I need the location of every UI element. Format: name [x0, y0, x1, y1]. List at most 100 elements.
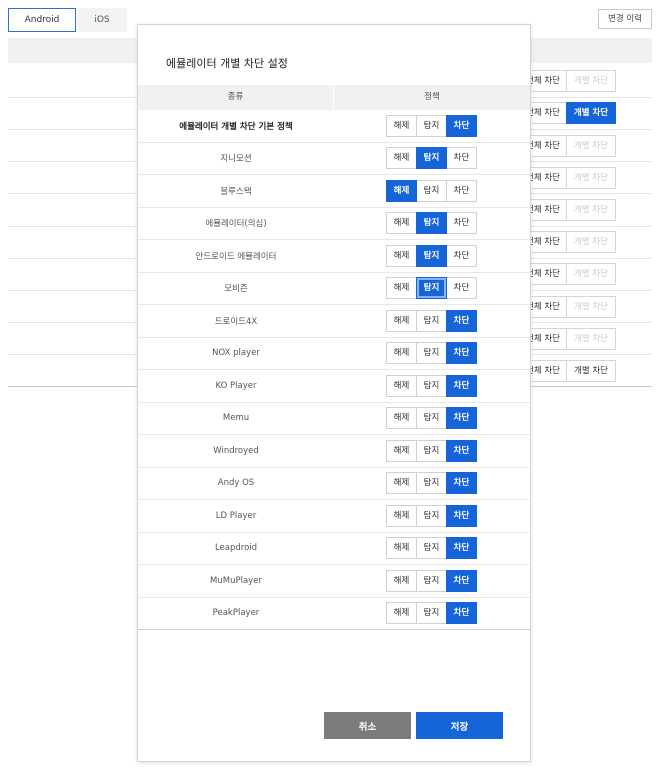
- block-individual-button[interactable]: 개별 차단: [566, 328, 616, 350]
- policy-block-button[interactable]: 차단: [446, 277, 477, 300]
- emulator-name: Windroyed: [213, 445, 259, 456]
- block-individual-button[interactable]: 개별 차단: [566, 102, 616, 124]
- policy-detect-button[interactable]: 탐지: [416, 504, 447, 527]
- emulator-name: NOX player: [212, 348, 260, 359]
- policy-off-button[interactable]: 해제: [386, 244, 417, 267]
- block-individual-button[interactable]: 개별 차단: [566, 296, 616, 318]
- policy-block-button[interactable]: 차단: [446, 537, 477, 560]
- policy-detect-button[interactable]: 탐지: [416, 212, 447, 235]
- emulator-name: 모비즌: [224, 284, 248, 295]
- policy-block-button[interactable]: 차단: [446, 472, 477, 495]
- policy-detect-button[interactable]: 탐지: [416, 537, 447, 560]
- policy-block-button[interactable]: 차단: [446, 114, 477, 137]
- block-individual-button[interactable]: 개별 차단: [566, 70, 616, 92]
- block-individual-button[interactable]: 개별 차단: [566, 231, 616, 253]
- policy-block-button[interactable]: 차단: [446, 374, 477, 397]
- emulator-row: PeakPlayer 해제 탐지 차단: [138, 598, 530, 630]
- policy-off-button[interactable]: 해제: [386, 537, 417, 560]
- policy-block-button[interactable]: 차단: [446, 342, 477, 365]
- policy-block-button[interactable]: 차단: [446, 212, 477, 235]
- emulator-name: KO Player: [215, 380, 257, 391]
- policy-block-button[interactable]: 차단: [446, 569, 477, 592]
- emulator-name: Memu: [222, 413, 250, 424]
- policy-detect-button[interactable]: 탐지: [416, 309, 447, 332]
- emulator-row: 모비즌 해제 탐지 차단: [138, 273, 530, 305]
- policy-block-button[interactable]: 차단: [446, 602, 477, 625]
- policy-off-button[interactable]: 해제: [386, 277, 417, 300]
- emulator-row: 지니모션 해제 탐지 차단: [138, 143, 530, 175]
- tab-ios[interactable]: iOS: [77, 8, 127, 32]
- emulator-name: Andy OS: [217, 478, 255, 489]
- policy-detect-button[interactable]: 탐지: [416, 602, 447, 625]
- policy-off-button[interactable]: 해제: [386, 472, 417, 495]
- policy-detect-button[interactable]: 탐지: [416, 244, 447, 267]
- policy-block-button[interactable]: 차단: [446, 504, 477, 527]
- policy-block-button[interactable]: 차단: [446, 407, 477, 430]
- emulator-name: LD Player: [215, 510, 257, 521]
- policy-block-button[interactable]: 차단: [446, 244, 477, 267]
- policy-off-button[interactable]: 해제: [386, 342, 417, 365]
- emulator-row: LD Player 해제 탐지 차단: [138, 500, 530, 533]
- policy-selector: 해제 탐지 차단: [386, 472, 477, 495]
- block-individual-button[interactable]: 개별 차단: [566, 199, 616, 221]
- policy-selector: 해제 탐지 차단: [386, 244, 477, 267]
- policy-block-button[interactable]: 차단: [446, 439, 477, 462]
- save-button[interactable]: 저장: [416, 712, 503, 739]
- emulator-block-modal: 에뮬레이터 개별 차단 설정 종류 정책 에뮬레이터 개별 차단 기본 정책 해제…: [137, 24, 531, 762]
- emulator-name: 에뮬레이터 개별 차단 기본 정책: [179, 121, 293, 132]
- policy-detect-button[interactable]: 탐지: [416, 114, 447, 137]
- policy-off-button[interactable]: 해제: [386, 439, 417, 462]
- policy-block-button[interactable]: 차단: [446, 147, 477, 170]
- emulator-row: 드로이드4X 해제 탐지 차단: [138, 305, 530, 338]
- policy-off-button[interactable]: 해제: [386, 407, 417, 430]
- policy-detect-button[interactable]: 탐지: [416, 472, 447, 495]
- row-block-toggle: 전체 차단 개별 차단: [516, 328, 616, 350]
- policy-selector: 해제 탐지 차단: [386, 569, 477, 592]
- policy-block-button[interactable]: 차단: [446, 309, 477, 332]
- policy-detect-button[interactable]: 탐지: [416, 277, 447, 300]
- policy-selector: 해제 탐지 차단: [386, 212, 477, 235]
- policy-off-button[interactable]: 해제: [386, 147, 417, 170]
- tab-android[interactable]: Android: [8, 8, 76, 32]
- emulator-name: 안드로이드 에뮬레이터: [195, 251, 277, 262]
- policy-detect-button[interactable]: 탐지: [416, 147, 447, 170]
- emulator-row: Andy OS 해제 탐지 차단: [138, 468, 530, 500]
- policy-detect-button[interactable]: 탐지: [416, 569, 447, 592]
- policy-selector: 해제 탐지 차단: [386, 309, 477, 332]
- policy-detect-button[interactable]: 탐지: [416, 179, 447, 202]
- policy-off-button[interactable]: 해제: [386, 504, 417, 527]
- block-individual-button[interactable]: 개별 차단: [566, 263, 616, 285]
- policy-detect-button[interactable]: 탐지: [416, 439, 447, 462]
- row-block-toggle: 전체 차단 개별 차단: [516, 167, 616, 189]
- block-individual-button[interactable]: 개별 차단: [566, 360, 616, 382]
- emulator-row: 에뮬레이터 개별 차단 기본 정책 해제 탐지 차단: [138, 110, 530, 143]
- policy-selector: 해제 탐지 차단: [386, 342, 477, 365]
- block-individual-button[interactable]: 개별 차단: [566, 167, 616, 189]
- policy-detect-button[interactable]: 탐지: [416, 374, 447, 397]
- column-header-policy: 정책: [424, 92, 440, 102]
- change-history-button[interactable]: 변경 이력: [598, 9, 652, 29]
- policy-selector: 해제 탐지 차단: [386, 374, 477, 397]
- emulator-row: 안드로이드 에뮬레이터 해제 탐지 차단: [138, 240, 530, 273]
- policy-off-button[interactable]: 해제: [386, 309, 417, 332]
- policy-off-button[interactable]: 해제: [386, 602, 417, 625]
- cancel-button[interactable]: 취소: [324, 712, 411, 739]
- policy-selector: 해제 탐지 차단: [386, 504, 477, 527]
- row-block-toggle: 전체 차단 개별 차단: [516, 263, 616, 285]
- modal-title: 에뮬레이터 개별 차단 설정: [166, 57, 288, 70]
- emulator-name: 지니모션: [220, 154, 252, 165]
- policy-detect-button[interactable]: 탐지: [416, 342, 447, 365]
- policy-detect-button[interactable]: 탐지: [416, 407, 447, 430]
- policy-off-button[interactable]: 해제: [386, 569, 417, 592]
- policy-off-button[interactable]: 해제: [386, 114, 417, 137]
- row-block-toggle: 전체 차단 개별 차단: [516, 231, 616, 253]
- policy-block-button[interactable]: 차단: [446, 179, 477, 202]
- policy-off-button[interactable]: 해제: [386, 212, 417, 235]
- policy-off-button[interactable]: 해제: [386, 374, 417, 397]
- row-block-toggle: 전체 차단 개별 차단: [516, 70, 616, 92]
- column-header-type: 종류: [138, 85, 334, 110]
- block-individual-button[interactable]: 개별 차단: [566, 135, 616, 157]
- platform-tabs: Android iOS: [8, 8, 128, 32]
- policy-off-button[interactable]: 해제: [386, 179, 417, 202]
- emulator-name: Leapdroid: [214, 543, 258, 554]
